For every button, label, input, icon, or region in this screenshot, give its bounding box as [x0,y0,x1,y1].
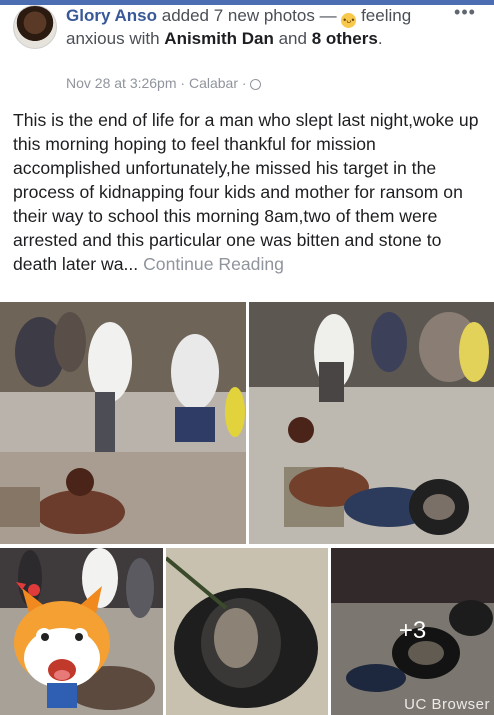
more-photos-count[interactable]: +3 [331,548,494,715]
photo-2[interactable] [249,302,494,544]
header-period: . [377,29,383,48]
post-body: This is the end of life for a man who sl… [13,108,483,276]
continue-reading-link[interactable]: Continue Reading [143,254,284,274]
avatar[interactable] [13,5,57,49]
photo-4[interactable] [166,548,328,715]
post-body-text: This is the end of life for a man who sl… [13,110,479,274]
globe-icon [250,79,262,90]
others-link[interactable]: 8 others [312,29,378,48]
meta-separator: · [180,75,186,91]
post-header: Glory Anso added 7 new photos — •ᴗ• feel… [66,5,426,49]
photo-1[interactable] [0,302,246,544]
action-text: added 7 new photos — [161,6,337,25]
uc-browser-watermark: UC Browser [404,696,490,713]
more-options-button[interactable]: ••• [450,2,480,24]
meta-separator-2: · [241,75,247,91]
anxious-face-icon: •ᴗ• [341,13,357,28]
post-date[interactable]: Nov 28 at 3:26pm [66,75,177,91]
photo-5[interactable]: +3 UC Browser [331,548,494,715]
author-name[interactable]: Glory Anso [66,6,157,25]
post-location[interactable]: Calabar [189,75,238,91]
fox-sticker [14,582,110,708]
and-text: and [278,29,307,48]
post-meta: Nov 28 at 3:26pm · Calabar · [66,75,262,91]
tagged-person[interactable]: Anismith Dan [164,29,274,48]
